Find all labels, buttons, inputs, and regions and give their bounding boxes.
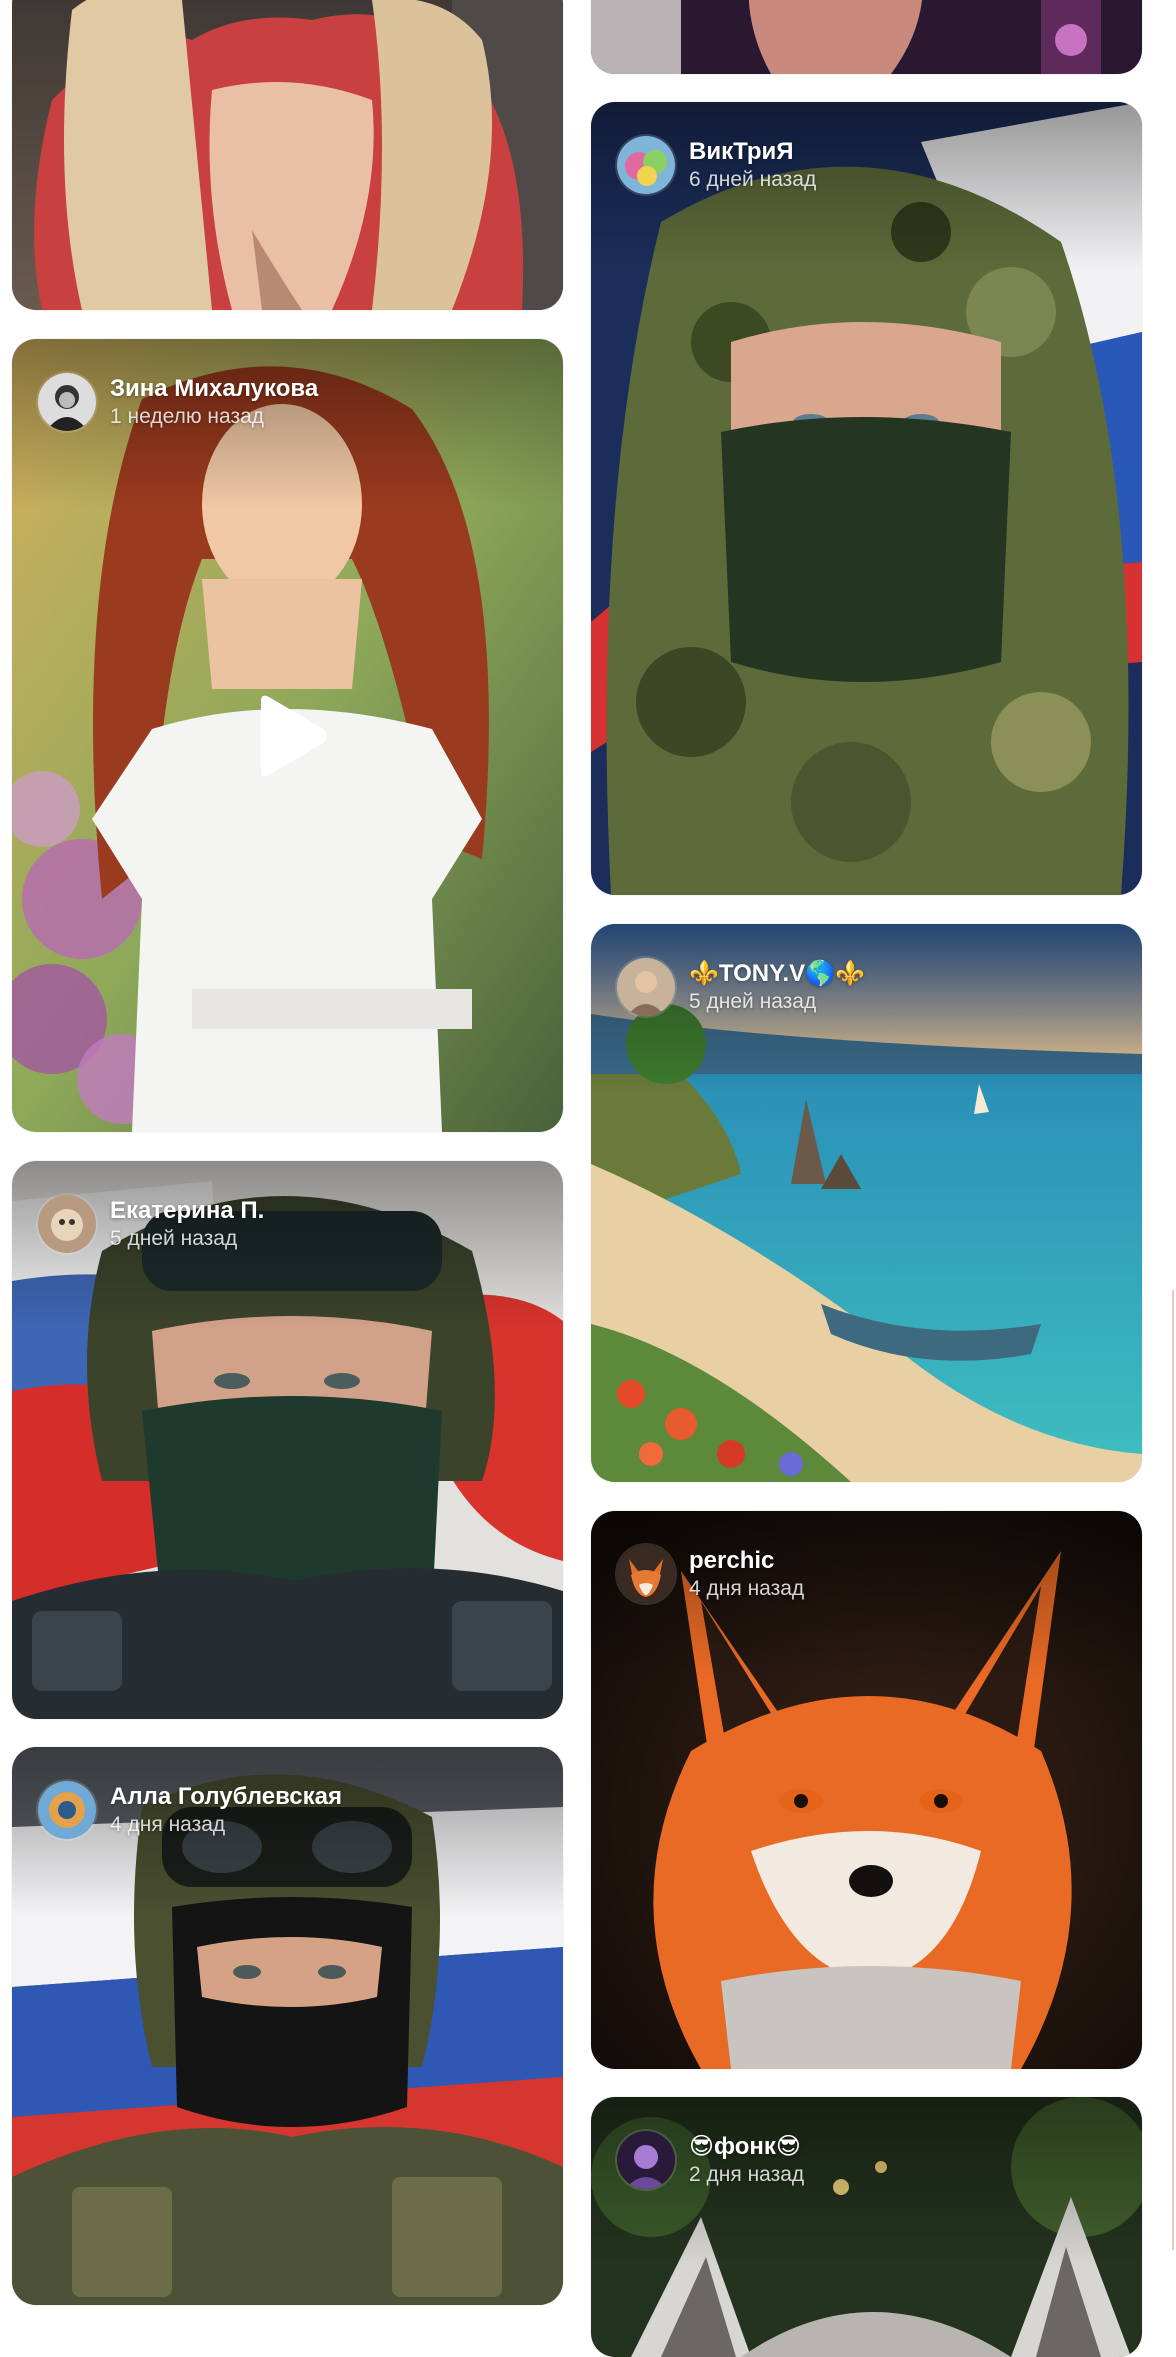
- post-card-top-right[interactable]: [591, 0, 1142, 74]
- post-author[interactable]: 😎фонк😎 2 дня назад: [617, 2131, 804, 2189]
- author-name[interactable]: perchic: [689, 1547, 804, 1575]
- post-card[interactable]: perchic 4 дня назад: [591, 1511, 1142, 2069]
- post-card[interactable]: ВикТриЯ 6 дней назад: [591, 102, 1142, 895]
- post-image: [12, 0, 563, 310]
- post-card[interactable]: ⚜️TONY.V🌎⚜️ 5 дней назад: [591, 924, 1142, 1482]
- post-time: 5 дней назад: [689, 990, 817, 1014]
- author-name[interactable]: ВикТриЯ: [689, 138, 816, 166]
- post-card[interactable]: Зина Михалукова 1 неделю назад: [12, 339, 563, 1132]
- post-author[interactable]: Алла Голублевская 4 дня назад: [38, 1781, 342, 1839]
- post-image: [591, 0, 1142, 74]
- post-time: 6 дней назад: [689, 168, 817, 192]
- post-author[interactable]: ВикТриЯ 6 дней назад: [617, 136, 816, 194]
- post-author[interactable]: ⚜️TONY.V🌎⚜️ 5 дней назад: [617, 958, 865, 1016]
- author-name[interactable]: Алла Голублевская: [110, 1783, 342, 1811]
- post-card[interactable]: Алла Голублевская 4 дня назад: [12, 1747, 563, 2305]
- author-name[interactable]: ⚜️TONY.V🌎⚜️: [689, 960, 865, 988]
- post-card[interactable]: 😎фонк😎 2 дня назад: [591, 2097, 1142, 2357]
- post-time: 4 дня назад: [110, 1813, 226, 1837]
- avatar[interactable]: [617, 2131, 675, 2189]
- post-time: 2 дня назад: [689, 2163, 805, 2187]
- author-name[interactable]: 😎фонк😎: [689, 2133, 804, 2161]
- author-name[interactable]: Екатерина П.: [110, 1197, 264, 1225]
- post-time: 4 дня назад: [689, 1577, 805, 1601]
- post-card-top-left[interactable]: [12, 0, 563, 310]
- play-icon[interactable]: [243, 691, 333, 781]
- post-time: 1 неделю назад: [110, 405, 265, 429]
- author-name[interactable]: Зина Михалукова: [110, 375, 318, 403]
- post-author[interactable]: perchic 4 дня назад: [617, 1545, 804, 1603]
- post-time: 5 дней назад: [110, 1227, 238, 1251]
- avatar[interactable]: [617, 1545, 675, 1603]
- avatar[interactable]: [617, 136, 675, 194]
- post-author[interactable]: Екатерина П. 5 дней назад: [38, 1195, 264, 1253]
- avatar[interactable]: [617, 958, 675, 1016]
- avatar[interactable]: [38, 1195, 96, 1253]
- post-card[interactable]: Екатерина П. 5 дней назад: [12, 1161, 563, 1719]
- scroll-edge: [1172, 1290, 1174, 2250]
- avatar[interactable]: [38, 1781, 96, 1839]
- post-author[interactable]: Зина Михалукова 1 неделю назад: [38, 373, 318, 431]
- avatar[interactable]: [38, 373, 96, 431]
